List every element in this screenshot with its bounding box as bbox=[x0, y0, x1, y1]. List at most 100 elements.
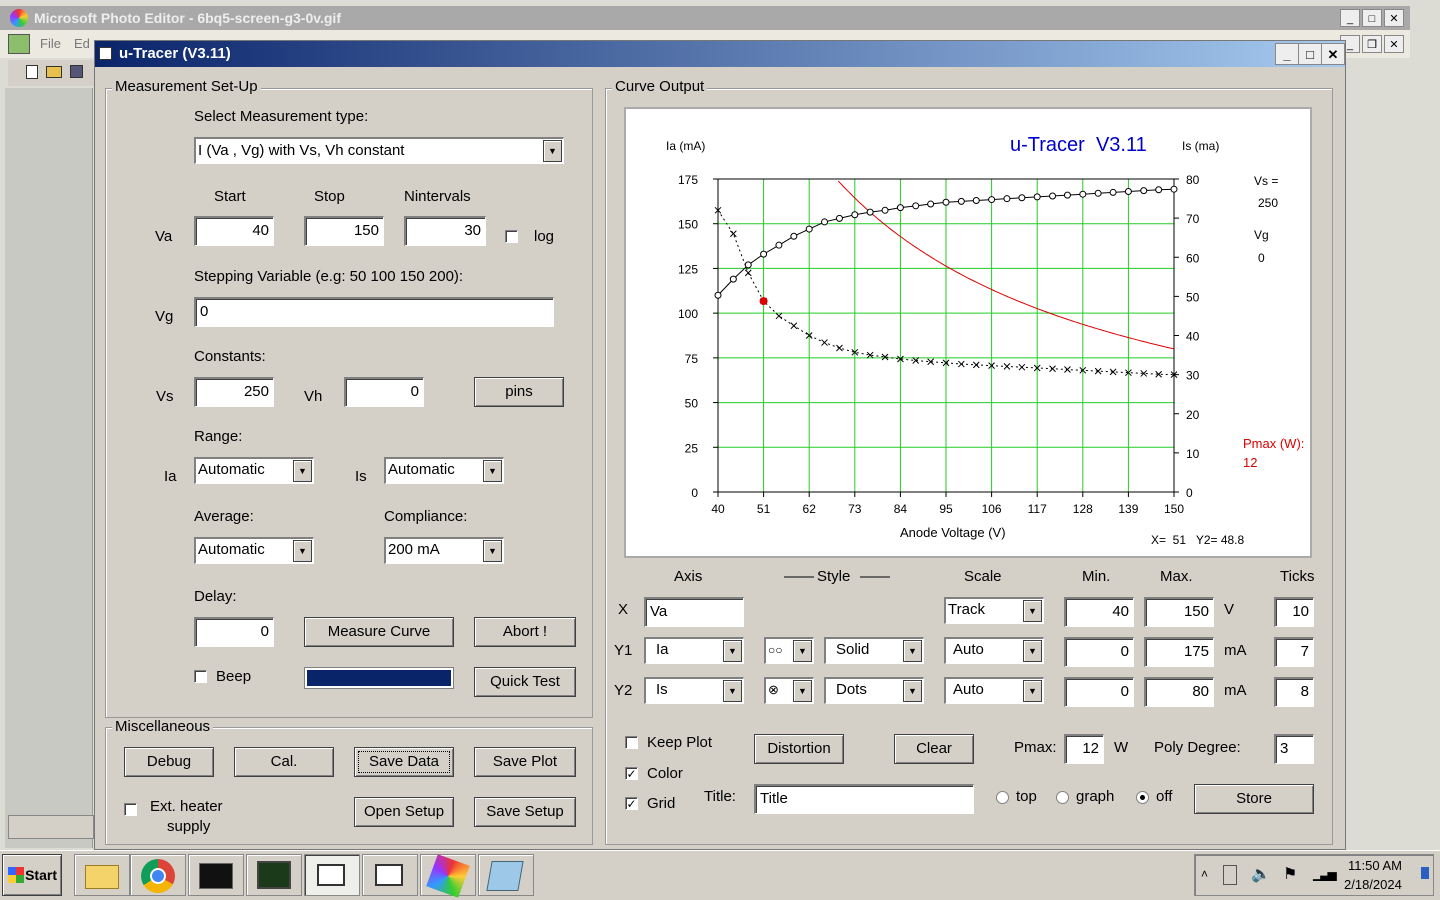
ext-heater-checkbox[interactable] bbox=[124, 803, 137, 816]
y1-variable-dropdown[interactable]: Ia ▼ bbox=[644, 637, 744, 664]
store-button[interactable]: Store bbox=[1194, 784, 1314, 814]
chevron-down-icon[interactable]: ▼ bbox=[1023, 640, 1042, 662]
y2-max-input[interactable]: 80 bbox=[1144, 677, 1214, 707]
save-plot-button[interactable]: Save Plot bbox=[474, 747, 576, 777]
pe-menu-file[interactable]: File bbox=[40, 36, 61, 51]
pe-doc-close-button[interactable]: ✕ bbox=[1384, 35, 1404, 53]
chevron-down-icon[interactable]: ▼ bbox=[1023, 680, 1042, 702]
pe-maximize-button[interactable]: □ bbox=[1362, 9, 1382, 27]
poly-degree-input[interactable]: 3 bbox=[1274, 734, 1314, 764]
radio-off[interactable] bbox=[1136, 791, 1149, 804]
is-range-dropdown[interactable]: Automatic ▼ bbox=[384, 457, 504, 484]
battery-icon[interactable] bbox=[1223, 865, 1237, 885]
radio-graph[interactable] bbox=[1056, 791, 1069, 804]
vh-input[interactable]: 0 bbox=[344, 377, 424, 407]
taskbar-utracer[interactable] bbox=[304, 854, 360, 896]
taskbar-photo-editor[interactable] bbox=[420, 854, 476, 898]
taskbar-window-2[interactable] bbox=[362, 854, 418, 896]
distortion-button[interactable]: Distortion bbox=[754, 734, 844, 764]
vs-input[interactable]: 250 bbox=[194, 377, 274, 407]
y2-scale-dropdown[interactable]: Auto ▼ bbox=[944, 677, 1044, 704]
va-nintervals-input[interactable]: 30 bbox=[404, 216, 486, 246]
y1-line-style-dropdown[interactable]: Solid ▼ bbox=[824, 637, 924, 664]
va-start-input[interactable]: 40 bbox=[194, 216, 274, 246]
plot-title-input[interactable]: Title bbox=[754, 784, 974, 814]
average-dropdown[interactable]: Automatic ▼ bbox=[194, 537, 314, 564]
x-max-input[interactable]: 150 bbox=[1144, 597, 1214, 627]
pe-close-button[interactable]: ✕ bbox=[1384, 9, 1404, 27]
taskbar-terminal[interactable] bbox=[188, 854, 244, 896]
chevron-down-icon[interactable]: ▼ bbox=[793, 680, 812, 702]
y2-variable-dropdown[interactable]: Is ▼ bbox=[644, 677, 744, 704]
y1-scale-dropdown[interactable]: Auto ▼ bbox=[944, 637, 1044, 664]
x-scale-dropdown[interactable]: Track ▼ bbox=[944, 597, 1044, 624]
chevron-down-icon[interactable]: ▼ bbox=[903, 680, 922, 702]
y1-ticks-input[interactable]: 7 bbox=[1274, 637, 1314, 667]
close-button[interactable]: ✕ bbox=[1321, 43, 1345, 65]
pe-doc-restore-button[interactable]: ❐ bbox=[1362, 35, 1382, 53]
chevron-down-icon[interactable]: ▼ bbox=[1023, 600, 1042, 622]
y1-max-input[interactable]: 175 bbox=[1144, 637, 1214, 667]
ia-range-dropdown[interactable]: Automatic ▼ bbox=[194, 457, 314, 484]
y2-line-style-dropdown[interactable]: Dots ▼ bbox=[824, 677, 924, 704]
chevron-down-icon[interactable]: ▼ bbox=[543, 140, 562, 162]
clear-button[interactable]: Clear bbox=[894, 734, 974, 764]
open-setup-button[interactable]: Open Setup bbox=[354, 797, 454, 827]
save-data-button[interactable]: Save Data bbox=[354, 747, 454, 777]
network-icon[interactable]: ▁▃▅ bbox=[1313, 867, 1337, 881]
pe-minimize-button[interactable]: _ bbox=[1340, 9, 1360, 27]
log-checkbox[interactable] bbox=[505, 230, 518, 243]
new-file-icon[interactable] bbox=[26, 65, 38, 79]
grid-checkbox[interactable]: ✓ bbox=[625, 797, 638, 810]
chevron-down-icon[interactable]: ▼ bbox=[903, 640, 922, 662]
pins-button[interactable]: pins bbox=[474, 377, 564, 407]
speaker-icon[interactable]: 🔈 bbox=[1251, 864, 1271, 884]
chevron-down-icon[interactable]: ▼ bbox=[483, 540, 502, 562]
taskbar-file-explorer[interactable] bbox=[74, 854, 130, 896]
maximize-button[interactable]: □ bbox=[1298, 43, 1322, 65]
save-disk-icon[interactable] bbox=[70, 65, 83, 78]
chevron-down-icon[interactable]: ▼ bbox=[723, 640, 742, 662]
show-desktop-icon[interactable] bbox=[1421, 867, 1429, 879]
color-checkbox[interactable]: ✓ bbox=[625, 767, 638, 780]
clock-date[interactable]: 2/18/2024 bbox=[1344, 877, 1402, 892]
start-button[interactable]: Start bbox=[2, 854, 62, 896]
x-min-input[interactable]: 40 bbox=[1064, 597, 1134, 627]
open-folder-icon[interactable] bbox=[46, 66, 62, 78]
pmax-input[interactable]: 12 bbox=[1064, 734, 1104, 764]
x-ticks-input[interactable]: 10 bbox=[1274, 597, 1314, 627]
debug-button[interactable]: Debug bbox=[124, 747, 214, 777]
vg-stepping-input[interactable]: 0 bbox=[194, 297, 554, 327]
clock-time[interactable]: 11:50 AM bbox=[1348, 858, 1402, 873]
save-setup-button[interactable]: Save Setup bbox=[474, 797, 576, 827]
y2-ticks-input[interactable]: 8 bbox=[1274, 677, 1314, 707]
measurement-type-dropdown[interactable]: I (Va , Vg) with Vs, Vh constant ▼ bbox=[194, 137, 564, 164]
pe-menu-edit[interactable]: Ed bbox=[74, 36, 90, 51]
chevron-down-icon[interactable]: ▼ bbox=[723, 680, 742, 702]
taskbar-monitor[interactable] bbox=[246, 854, 302, 896]
chevron-up-icon[interactable]: ˄ bbox=[1201, 867, 1208, 881]
y2-min-input[interactable]: 0 bbox=[1064, 677, 1134, 707]
y1-marker-dropdown[interactable]: ○○ ▼ bbox=[764, 637, 814, 664]
cal-button[interactable]: Cal. bbox=[234, 747, 334, 777]
chevron-down-icon[interactable]: ▼ bbox=[793, 640, 812, 662]
minimize-button[interactable]: _ bbox=[1275, 43, 1299, 65]
taskbar-chrome[interactable] bbox=[130, 854, 186, 896]
y2-marker-dropdown[interactable]: ⊗ ▼ bbox=[764, 677, 814, 704]
flag-icon[interactable]: ⚑ bbox=[1283, 864, 1297, 884]
va-stop-input[interactable]: 150 bbox=[304, 216, 384, 246]
chevron-down-icon[interactable]: ▼ bbox=[483, 460, 502, 482]
chevron-down-icon[interactable]: ▼ bbox=[293, 540, 312, 562]
x-variable-input[interactable]: Va bbox=[644, 597, 744, 627]
chevron-down-icon[interactable]: ▼ bbox=[293, 460, 312, 482]
abort-button[interactable]: Abort ! bbox=[474, 617, 576, 647]
radio-top[interactable] bbox=[996, 791, 1009, 804]
taskbar-notes[interactable] bbox=[478, 854, 534, 896]
beep-checkbox[interactable] bbox=[194, 670, 207, 683]
keep-plot-checkbox[interactable] bbox=[625, 736, 638, 749]
compliance-dropdown[interactable]: 200 mA ▼ bbox=[384, 537, 504, 564]
y1-min-input[interactable]: 0 bbox=[1064, 637, 1134, 667]
measure-curve-button[interactable]: Measure Curve bbox=[304, 617, 454, 647]
delay-input[interactable]: 0 bbox=[194, 617, 274, 647]
quick-test-button[interactable]: Quick Test bbox=[474, 667, 576, 697]
